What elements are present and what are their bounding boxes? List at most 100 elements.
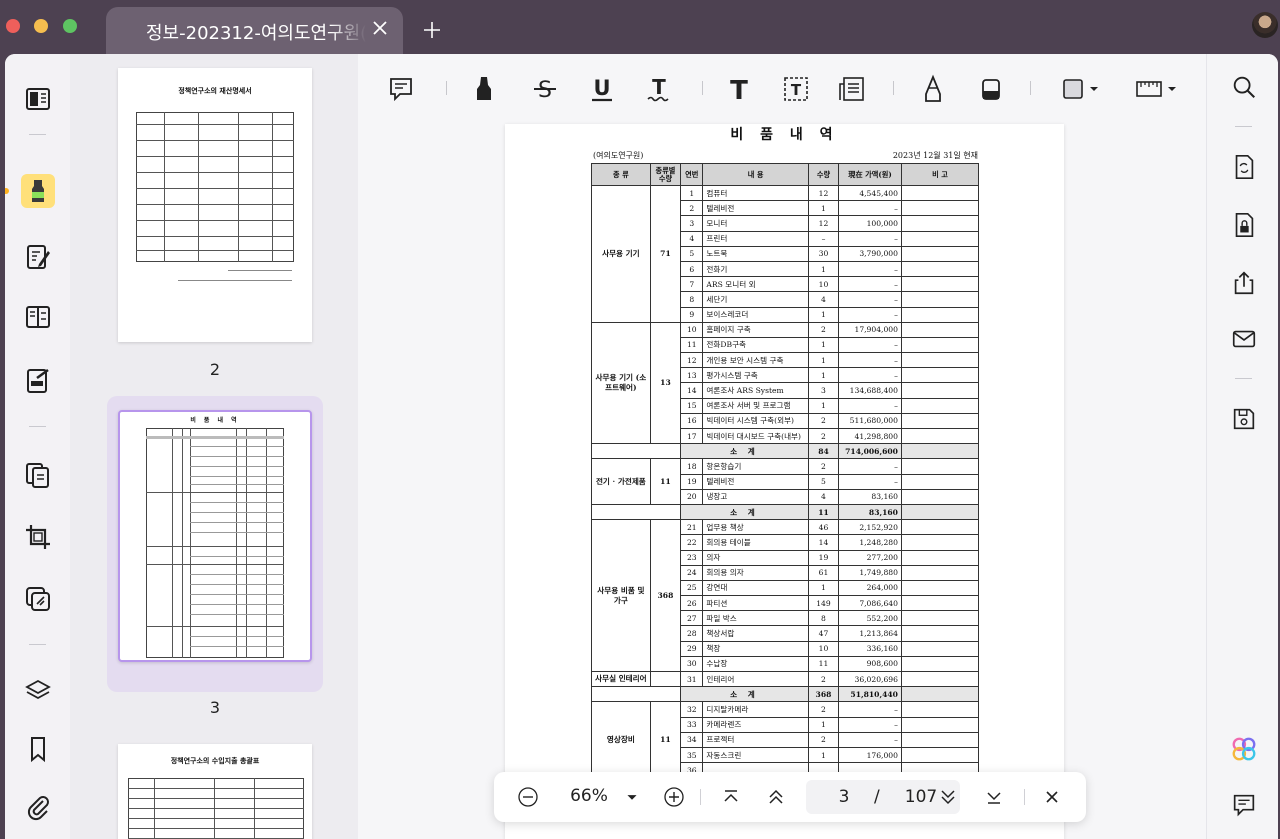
item-quantity-cell: 46 <box>807 519 840 536</box>
table-row: 전기 · 가전제품 11 18 항온항습기 2– <box>591 458 980 505</box>
item-note-cell <box>900 412 980 430</box>
shape-icon[interactable] <box>1060 72 1100 106</box>
comments-icon[interactable] <box>1229 790 1259 820</box>
search-icon[interactable] <box>1229 72 1259 102</box>
item-note-cell <box>900 458 980 475</box>
current-page-input[interactable]: 3 <box>824 787 864 807</box>
item-note-cell <box>900 670 980 688</box>
ai-assistant-icon[interactable] <box>1229 734 1259 764</box>
new-tab-icon[interactable] <box>422 20 442 40</box>
document-tab[interactable]: 정보-202312-여의도연구원(10 <box>106 7 403 54</box>
tools-icon[interactable] <box>21 582 55 616</box>
item-note-cell <box>900 534 980 551</box>
redact-icon[interactable] <box>21 364 55 398</box>
subtotal-quantity: 84 <box>807 443 840 460</box>
organization-label: (여의도연구원) <box>593 151 644 160</box>
last-page-icon[interactable] <box>982 785 1006 809</box>
text-icon[interactable]: T <box>724 72 754 106</box>
layers-icon[interactable] <box>21 674 55 708</box>
highlight-icon[interactable] <box>470 72 500 106</box>
item-number-cell: 9 <box>680 306 704 323</box>
item-quantity-cell: 2 <box>807 427 840 445</box>
item-number-cell: 34 <box>680 731 704 748</box>
thumbnail-page-2[interactable]: 정책연구소의 재산명세서 <box>118 68 312 342</box>
zoom-out-icon[interactable] <box>516 785 540 809</box>
item-number-cell: 12 <box>680 352 704 369</box>
subtotal-note-cell <box>900 443 980 460</box>
document-viewer: S U T T T 비 품 내 역 (여의도연구원) 2023년 12월 31일… <box>358 54 1206 839</box>
table-row: 사무용 비품 및 가구 368 21 업무용 책상 46 2,152,920 <box>591 519 980 672</box>
item-quantity-cell: 1 <box>807 579 840 597</box>
user-avatar[interactable] <box>1252 12 1278 38</box>
item-value-cell: – <box>838 397 902 414</box>
bookmark-icon[interactable] <box>21 732 55 766</box>
note-icon[interactable] <box>386 72 416 106</box>
underline-icon[interactable]: U <box>587 72 617 106</box>
item-number-cell: 26 <box>680 595 704 612</box>
item-number-cell: 15 <box>680 397 704 414</box>
subtotal-value: 51,810,440 <box>838 686 902 703</box>
form-icon[interactable] <box>21 300 55 334</box>
document-tab-title: 정보-202312-여의도연구원(10 <box>146 23 366 44</box>
pencil-icon[interactable] <box>918 72 948 106</box>
crop-icon[interactable] <box>21 520 55 554</box>
pdf-page: 비 품 내 역 (여의도연구원) 2023년 12월 31일 현재 종 류 종류… <box>505 124 1064 839</box>
item-number-cell: 17 <box>680 427 704 445</box>
email-icon[interactable] <box>1229 324 1259 354</box>
thumbnail-page-4[interactable]: 정책연구소의 수입지출 총괄표 <box>118 744 312 839</box>
item-description-cell: 노트북 <box>702 245 809 262</box>
close-zoombar-icon[interactable] <box>1040 785 1064 809</box>
item-description-cell: 프로젝터 <box>702 731 809 748</box>
item-description-cell: 냉장고 <box>702 488 809 505</box>
maximize-window-button[interactable] <box>63 19 77 33</box>
textbox-icon[interactable]: T <box>781 72 811 106</box>
item-value-cell: 7,086,640 <box>838 595 902 612</box>
item-note-cell <box>900 731 980 748</box>
reader-icon[interactable] <box>21 82 55 116</box>
category-cell: 전기 · 가전제품 <box>591 458 651 505</box>
zoom-dropdown-icon[interactable] <box>622 785 642 809</box>
item-note-cell <box>900 352 980 369</box>
minimize-window-button[interactable] <box>34 19 48 33</box>
previous-page-icon[interactable] <box>764 785 788 809</box>
item-note-cell <box>900 291 980 308</box>
item-number-cell: 32 <box>680 701 704 718</box>
comment-highlighter-icon[interactable] <box>21 174 55 208</box>
zoom-in-icon[interactable] <box>662 785 686 809</box>
item-value-cell: 134,688,400 <box>838 382 902 399</box>
measure-icon[interactable] <box>1134 72 1178 106</box>
item-value-cell: 277,200 <box>838 549 902 566</box>
edit-icon[interactable] <box>21 240 55 274</box>
convert-icon[interactable] <box>1229 152 1259 182</box>
protect-icon[interactable] <box>1229 210 1259 240</box>
close-window-button[interactable] <box>6 19 20 33</box>
item-note-cell <box>900 427 980 445</box>
item-number-cell: 7 <box>680 276 704 293</box>
item-description-cell: 파일 박스 <box>702 610 809 627</box>
category-cell: 사무용 기기 (소프트웨어) <box>591 321 651 445</box>
item-quantity-cell: 19 <box>807 549 840 566</box>
squiggly-icon[interactable]: T <box>644 72 674 106</box>
zoom-level[interactable]: 66% <box>564 786 614 806</box>
first-page-icon[interactable] <box>719 785 743 809</box>
next-page-icon[interactable] <box>936 785 960 809</box>
item-note-cell <box>900 306 980 323</box>
text-callout-icon[interactable] <box>837 72 867 106</box>
save-icon[interactable] <box>1229 404 1259 434</box>
attachment-icon[interactable] <box>21 790 55 824</box>
item-description-cell: 보이스레코더 <box>702 306 809 323</box>
close-tab-icon[interactable] <box>371 19 389 37</box>
item-note-cell <box>900 321 980 338</box>
table-row: 영상장비 11 32 디지탈카메라 2– <box>591 701 980 779</box>
item-quantity-cell: 10 <box>807 276 840 293</box>
item-value-cell: 3,790,000 <box>838 245 902 262</box>
item-value-cell: – <box>838 731 902 748</box>
strikethrough-icon[interactable]: S <box>530 72 560 106</box>
share-icon[interactable] <box>1229 268 1259 298</box>
item-quantity-cell: 1 <box>807 716 840 733</box>
eraser-icon[interactable] <box>976 72 1006 106</box>
table-header-row: 종 류 종류별 수량 연번 내 용 수량 現在 가액(원) 비 고 <box>591 163 980 186</box>
item-number-cell: 33 <box>680 716 704 733</box>
organize-pages-icon[interactable] <box>21 458 55 492</box>
thumbnail-page-3[interactable]: 비 품 내 역 <box>118 410 312 662</box>
